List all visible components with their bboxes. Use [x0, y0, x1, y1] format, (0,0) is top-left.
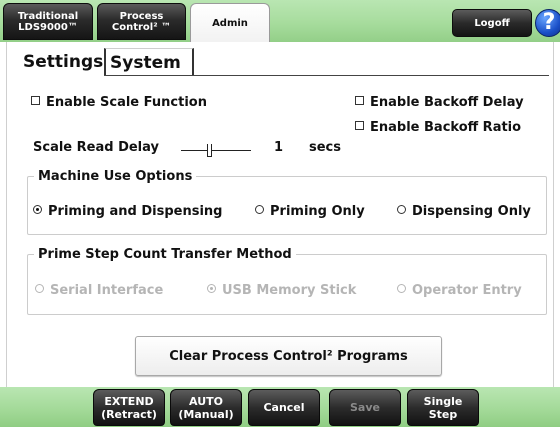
radio-icon[interactable] — [35, 284, 44, 293]
radio-icon[interactable] — [397, 205, 406, 214]
subtab-system-label: System — [110, 53, 181, 73]
tab-admin[interactable]: Admin — [190, 3, 270, 42]
priming-only-label: Priming Only — [270, 204, 365, 219]
slider-thumb[interactable] — [207, 144, 212, 157]
tab-process-line1: Process — [119, 10, 164, 22]
radio-selected-icon[interactable] — [33, 205, 42, 214]
tab-process-line2: Control² ™ — [111, 21, 172, 33]
operator-entry-label: Operator Entry — [412, 283, 522, 298]
radio-priming-and-dispensing[interactable]: Priming and Dispensing — [33, 204, 222, 220]
machine-use-options-group: Machine Use Options — [27, 169, 547, 235]
usb-memory-stick-label: USB Memory Stick — [222, 283, 357, 298]
machine-use-options-legend: Machine Use Options — [38, 169, 193, 184]
save-button[interactable]: Save — [329, 389, 401, 426]
clear-programs-button[interactable]: Clear Process Control² Programs — [135, 336, 442, 376]
radio-operator-entry[interactable]: Operator Entry — [397, 283, 522, 299]
logoff-button[interactable]: Logoff — [452, 9, 532, 37]
prime-transfer-method-group: Prime Step Count Transfer Method — [27, 247, 547, 315]
scale-read-delay-value: 1 — [274, 140, 284, 155]
radio-priming-only[interactable]: Priming Only — [255, 204, 365, 220]
enable-backoff-delay-checkbox[interactable]: Enable Backoff Delay — [355, 95, 524, 111]
extend-retract-button[interactable]: EXTEND (Retract) — [93, 389, 165, 426]
scale-read-delay-unit: secs — [309, 140, 341, 155]
radio-icon[interactable] — [397, 284, 406, 293]
radio-dispensing-only[interactable]: Dispensing Only — [397, 204, 531, 220]
logoff-label: Logoff — [474, 17, 510, 29]
subtab-system[interactable]: System — [104, 48, 194, 76]
help-icon-glyph: ? — [542, 10, 556, 35]
enable-backoff-ratio-checkbox[interactable]: Enable Backoff Ratio — [355, 120, 521, 136]
auto-line2: (Manual) — [178, 407, 234, 421]
auto-line1: AUTO — [189, 394, 223, 408]
single-step-button[interactable]: Single Step — [407, 389, 479, 426]
extend-line2: (Retract) — [101, 407, 157, 421]
prime-transfer-method-legend: Prime Step Count Transfer Method — [38, 247, 292, 262]
single-line2: Step — [428, 407, 458, 421]
checkbox-icon[interactable] — [355, 96, 364, 105]
help-icon[interactable]: ? — [535, 9, 560, 37]
enable-scale-label: Enable Scale Function — [46, 95, 207, 110]
subtab-divider — [104, 75, 549, 76]
save-label: Save — [350, 401, 380, 414]
single-line1: Single — [423, 394, 463, 408]
dispensing-only-label: Dispensing Only — [412, 204, 531, 219]
checkbox-icon[interactable] — [31, 96, 40, 105]
enable-backoff-ratio-label: Enable Backoff Ratio — [370, 120, 522, 135]
auto-manual-button[interactable]: AUTO (Manual) — [170, 389, 242, 426]
subtab-settings-label: Settings — [23, 52, 104, 72]
radio-usb-memory-stick[interactable]: USB Memory Stick — [207, 283, 356, 299]
radio-selected-icon[interactable] — [207, 284, 216, 293]
top-nav-bar: Traditional LDS9000™ Process Control² ™ … — [0, 0, 560, 42]
scale-read-delay-slider[interactable] — [181, 143, 251, 157]
enable-scale-checkbox[interactable]: Enable Scale Function — [31, 95, 207, 111]
enable-backoff-delay-label: Enable Backoff Delay — [370, 95, 524, 110]
extend-line1: EXTEND — [104, 394, 154, 408]
bottom-action-bar: EXTEND (Retract) AUTO (Manual) Cancel Sa… — [0, 387, 560, 427]
clear-programs-label: Clear Process Control² Programs — [169, 348, 408, 364]
tab-admin-label: Admin — [212, 17, 248, 29]
subtab-settings[interactable]: Settings — [19, 48, 104, 76]
cancel-label: Cancel — [263, 401, 305, 414]
tab-traditional-lds9000[interactable]: Traditional LDS9000™ — [3, 3, 93, 40]
radio-serial-interface[interactable]: Serial Interface — [35, 283, 163, 299]
cancel-button[interactable]: Cancel — [248, 389, 320, 426]
tab-traditional-line2: LDS9000™ — [18, 21, 78, 33]
priming-and-dispensing-label: Priming and Dispensing — [48, 204, 223, 219]
checkbox-icon[interactable] — [355, 121, 364, 130]
serial-interface-label: Serial Interface — [50, 283, 164, 298]
settings-panel: Settings System Enable Scale Function En… — [6, 42, 554, 387]
tab-process-control[interactable]: Process Control² ™ — [97, 3, 186, 40]
slider-track — [181, 150, 251, 151]
radio-icon[interactable] — [255, 205, 264, 214]
scale-read-delay-label: Scale Read Delay — [33, 140, 159, 155]
tab-traditional-line1: Traditional — [17, 10, 79, 22]
